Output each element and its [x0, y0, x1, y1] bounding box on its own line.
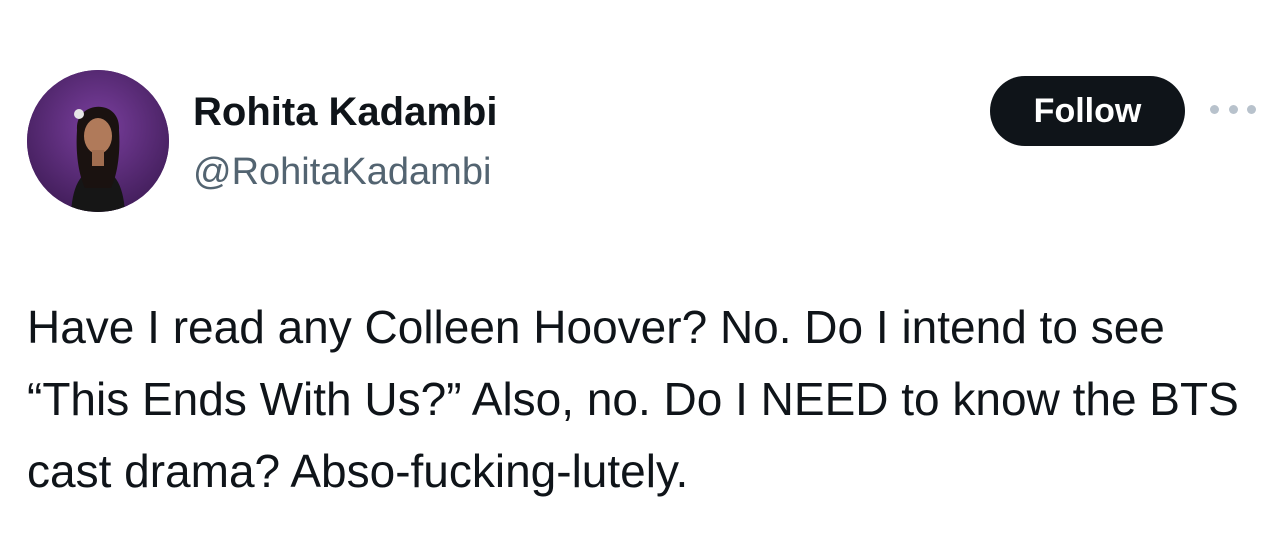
more-dot: [1228, 104, 1238, 114]
more-dot: [1210, 104, 1219, 114]
user-info: Rohita Kadambi @RohitaKadambi: [193, 88, 497, 196]
display-name[interactable]: Rohita Kadambi: [193, 88, 497, 136]
more-dot: [1247, 104, 1256, 114]
more-horizontal-icon[interactable]: [1210, 96, 1256, 122]
avatar[interactable]: [27, 70, 169, 212]
avatar-photo: [27, 70, 169, 212]
follow-button[interactable]: Follow: [990, 76, 1185, 146]
user-handle[interactable]: @RohitaKadambi: [193, 148, 497, 196]
tweet-text: Have I read any Colleen Hoover? No. Do I…: [27, 301, 1239, 497]
